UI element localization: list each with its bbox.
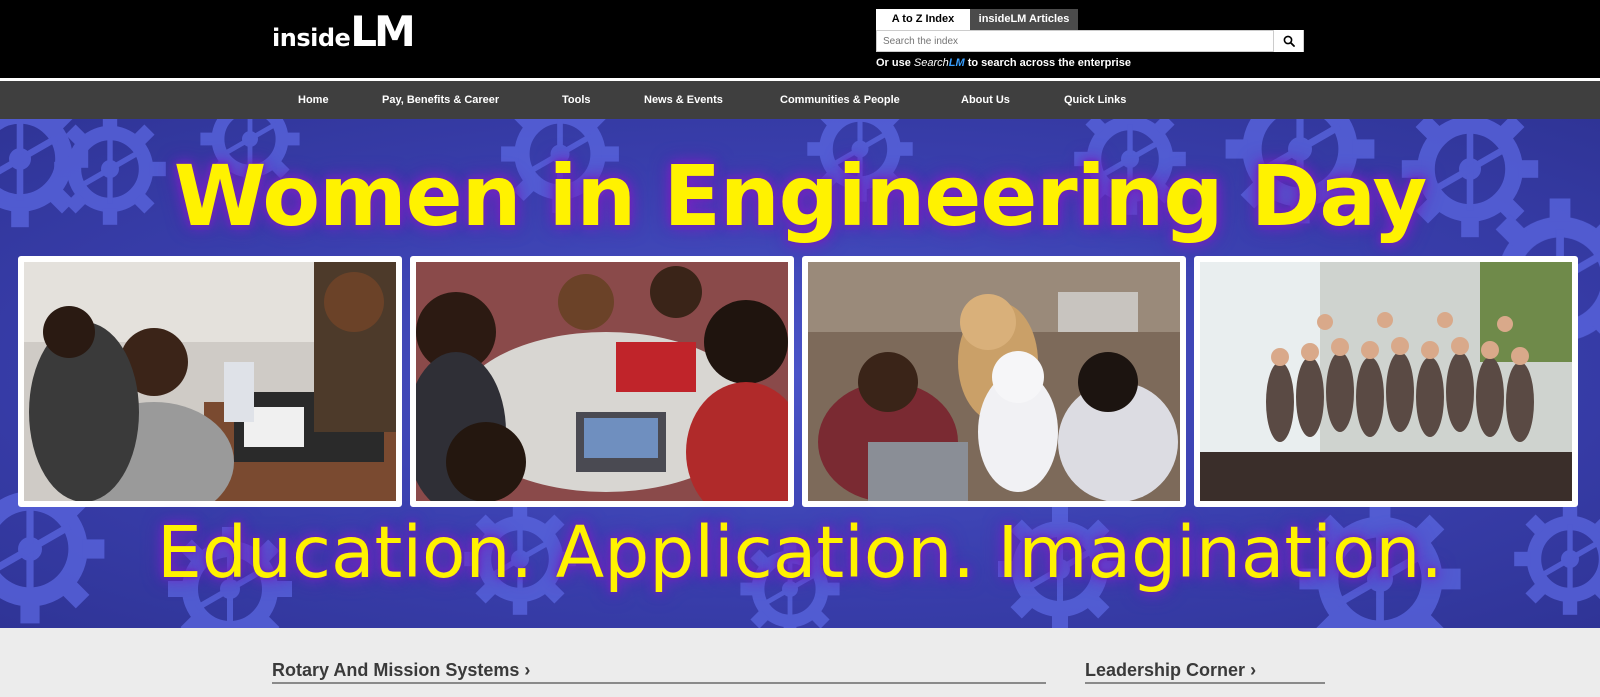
section-underline-rotary <box>272 682 1046 684</box>
tab-insidelm-articles[interactable]: insideLM Articles <box>970 9 1078 30</box>
chevron-right-icon: › <box>1250 660 1257 680</box>
students-lab-image <box>24 262 396 501</box>
hero-title: Women in Engineering Day <box>173 147 1428 245</box>
search-tabs: A to Z Index insideLM Articles <box>876 9 1078 30</box>
laptop-group-image <box>808 262 1180 501</box>
nav-item-pay-benefits-career[interactable]: Pay, Benefits & Career <box>382 81 499 119</box>
searchlm-brand-b: LM <box>948 57 965 69</box>
enterprise-note-prefix: Or use <box>876 57 914 69</box>
hero-photo-1 <box>18 256 402 507</box>
section-heading-leadership-corner[interactable]: Leadership Corner › <box>1085 660 1256 681</box>
hero-subtitle: Education. Application. Imagination. <box>157 511 1443 594</box>
main-nav: Home Pay, Benefits & Career Tools News &… <box>0 81 1600 119</box>
logo-suffix: LM <box>350 7 416 56</box>
enterprise-note-suffix: to search across the enterprise <box>964 57 1131 69</box>
logo-prefix: inside <box>272 24 351 52</box>
site-logo[interactable]: insideLM <box>272 11 416 53</box>
enterprise-search-note: Or use SearchLM to search across the ent… <box>876 57 1131 69</box>
nav-item-about-us[interactable]: About Us <box>961 81 1010 119</box>
hero-photo-3 <box>802 256 1186 507</box>
robotics-table-image <box>416 262 788 501</box>
searchlm-link[interactable]: SearchLM <box>914 57 965 69</box>
nav-item-quick-links[interactable]: Quick Links <box>1064 81 1126 119</box>
section-underline-leadership <box>1085 682 1325 684</box>
searchlm-brand-a: Search <box>913 57 949 69</box>
search-bar <box>876 30 1304 52</box>
section-heading-rotary-mission-systems[interactable]: Rotary And Mission Systems › <box>272 660 530 681</box>
search-button[interactable] <box>1273 30 1303 52</box>
group-photo-image <box>1200 262 1572 501</box>
section-title-leadership: Leadership Corner <box>1085 660 1246 680</box>
nav-item-news-events[interactable]: News & Events <box>644 81 723 119</box>
hero-photo-2 <box>410 256 794 507</box>
search-icon <box>1283 35 1295 47</box>
nav-item-tools[interactable]: Tools <box>562 81 591 119</box>
nav-item-home[interactable]: Home <box>298 81 329 119</box>
section-title-rotary: Rotary And Mission Systems <box>272 660 520 680</box>
nav-item-communities-people[interactable]: Communities & People <box>780 81 900 119</box>
site-header: insideLM A to Z Index insideLM Articles … <box>0 0 1600 78</box>
hero-banner[interactable]: Women in Engineering Day Education. Appl… <box>0 119 1600 628</box>
hero-photo-4 <box>1194 256 1578 507</box>
tab-a-to-z-index[interactable]: A to Z Index <box>876 9 970 30</box>
search-input[interactable] <box>877 31 1273 52</box>
chevron-right-icon: › <box>524 660 531 680</box>
